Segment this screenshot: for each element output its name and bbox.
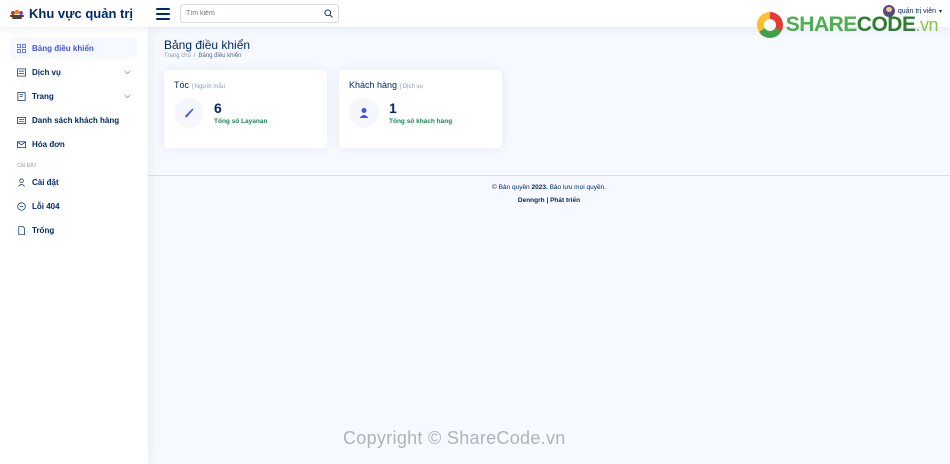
sidebar-item-label: Lỗi 404 xyxy=(32,201,60,211)
card-label: Tổng số khách hàng xyxy=(389,118,453,125)
footer-author-link[interactable]: Denngrh xyxy=(518,197,545,204)
sidebar-toggle-icon[interactable] xyxy=(156,7,170,20)
card-icon-wrap xyxy=(349,98,379,128)
sidebar-item-error-404[interactable]: Lỗi 404 xyxy=(10,195,138,217)
card-count: 6 xyxy=(214,100,222,116)
logo-icon xyxy=(10,9,24,19)
pen-icon xyxy=(185,108,194,118)
sidebar-item-customer-list[interactable]: Danh sách khách hàng xyxy=(10,109,138,131)
breadcrumb-separator: / xyxy=(193,53,196,59)
sidebar-item-label: Dịch vụ xyxy=(32,67,61,77)
footer: © Bản quyền 2023. Bảo lưu mọi quyền. Den… xyxy=(148,184,950,204)
breadcrumb: Trang chủ / Bảng điều khiển xyxy=(164,53,242,59)
sharecode-logo-text: SHARECODE.vn xyxy=(785,13,939,36)
menu-icon xyxy=(17,68,26,76)
search-icon[interactable] xyxy=(324,9,333,18)
sidebar-item-settings[interactable]: Cài đặt xyxy=(10,171,138,193)
footer-copyright: © Bản quyền 2023. Bảo lưu mọi quyền. xyxy=(492,184,606,191)
card-label: Tổng số Layanan xyxy=(214,118,268,125)
sidebar-heading-settings: CÀI ĐẶT xyxy=(17,163,37,169)
sidebar-item-label: Trống xyxy=(32,225,55,235)
breadcrumb-home[interactable]: Trang chủ xyxy=(164,53,191,59)
logo-text: Khu vực quản trị xyxy=(29,6,134,21)
chevron-down-icon xyxy=(124,94,131,98)
main-content: Bảng điều khiển Trang chủ / Bảng điều khiể… xyxy=(148,27,950,464)
envelope-icon xyxy=(17,140,26,148)
card-title: Tóc | Người mẫu xyxy=(174,80,226,90)
sidebar-item-label: Hóa đơn xyxy=(32,139,65,149)
sidebar-item-label: Trang xyxy=(32,91,54,101)
sharecode-logo-icon xyxy=(756,12,783,38)
search-bar xyxy=(180,4,339,23)
sidebar-item-dashboard[interactable]: Bảng điều khiển xyxy=(10,37,138,59)
grid-icon xyxy=(17,43,26,53)
card-icon-wrap xyxy=(174,98,204,128)
card-body: 1 Tổng số khách hàng xyxy=(349,98,492,128)
sidebar-item-invoices[interactable]: Hóa đơn xyxy=(10,133,138,155)
sidebar-item-label: Bảng điều khiển xyxy=(32,43,94,53)
sidebar-item-pages[interactable]: Trang xyxy=(10,85,138,107)
journal-icon xyxy=(17,91,26,101)
logo[interactable]: Khu vực quản trị xyxy=(0,6,150,21)
copyright-watermark: Copyright © ShareCode.vn xyxy=(343,428,566,448)
sidebar-item-blank[interactable]: Trống xyxy=(10,219,138,241)
breadcrumb-current: Bảng điều khiển xyxy=(198,53,242,59)
dash-circle-icon xyxy=(17,201,26,211)
list-icon xyxy=(17,116,26,124)
card-subtitle: | Người mẫu xyxy=(191,84,226,90)
person-icon xyxy=(18,178,25,187)
sidebar-item-label: Cài đặt xyxy=(32,177,59,187)
sidebar-item-label: Danh sách khách hàng xyxy=(32,115,120,125)
chevron-down-icon xyxy=(124,70,131,74)
card-count: 1 xyxy=(389,100,397,116)
person-fill-icon xyxy=(359,108,369,118)
footer-developed: Phát triển xyxy=(550,197,581,204)
caret-down-icon: ▾ xyxy=(938,8,942,15)
card-hair: Tóc | Người mẫu 6 Tổng số Layanan xyxy=(164,70,327,148)
sharecode-logo: SHARECODE.vn xyxy=(756,12,939,38)
sidebar-item-services[interactable]: Dịch vụ xyxy=(10,61,138,83)
card-subtitle: | Dịch vụ xyxy=(399,84,423,90)
card-title: Khách hàng | Dịch vụ xyxy=(349,80,423,90)
sidebar: Bảng điều khiển Dịch vụ Trang Danh sách … xyxy=(0,27,148,464)
file-icon xyxy=(18,225,26,235)
search-input[interactable] xyxy=(186,10,324,17)
footer-divider xyxy=(148,175,950,176)
card-customers: Khách hàng | Dịch vụ 1 Tổng số khách hàn… xyxy=(339,70,502,148)
page-title: Bảng điều khiển xyxy=(164,38,251,52)
footer-credits: Denngrh | Phát triển xyxy=(517,197,581,204)
card-body: 6 Tổng số Layanan xyxy=(174,98,317,128)
